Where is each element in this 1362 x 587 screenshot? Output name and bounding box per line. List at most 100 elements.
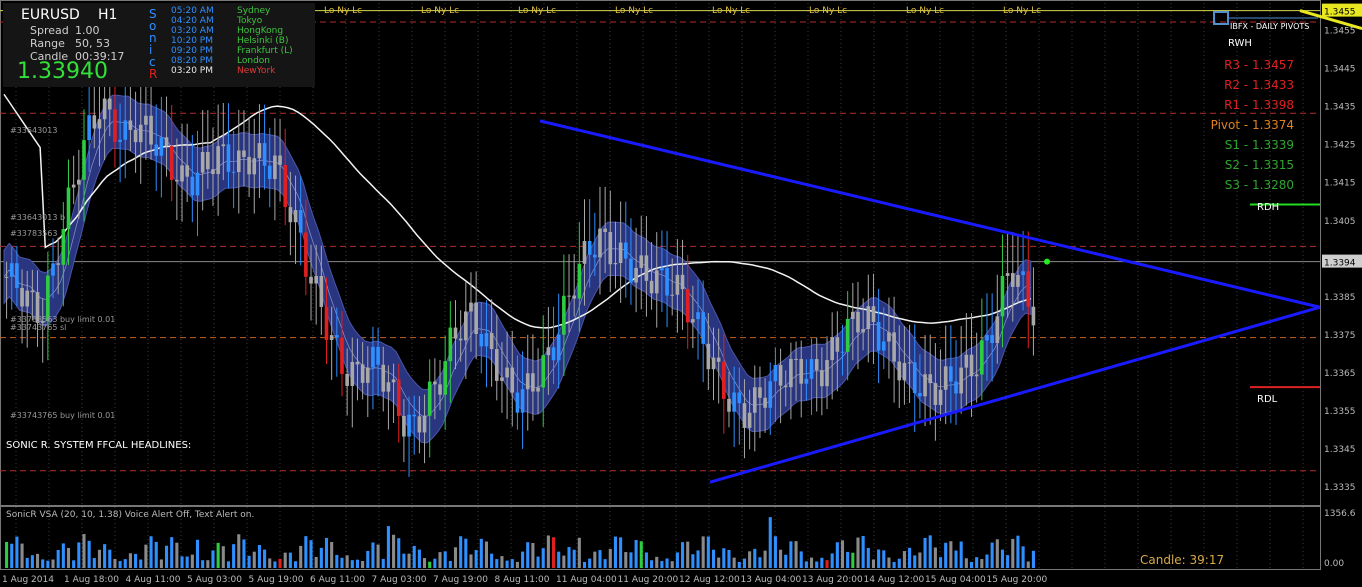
candle-body <box>629 258 633 283</box>
candle-body <box>732 392 736 412</box>
time-axis-label: 13 Aug 20:00 <box>802 575 863 585</box>
candle-body <box>340 337 344 374</box>
volume-bar <box>330 542 334 568</box>
candle-body <box>938 389 943 405</box>
session-marker: Lo Ny Lc <box>615 6 653 16</box>
volume-bar <box>154 541 158 568</box>
candle-body <box>262 143 267 166</box>
candle-body <box>567 295 571 297</box>
volume-bar <box>216 542 220 568</box>
candle-body <box>360 364 365 383</box>
volume-bar <box>46 560 50 568</box>
session-marker: Lo Ny Lc <box>421 6 459 16</box>
volume-bar <box>789 541 793 568</box>
order-label: #33783563 <box>10 229 57 238</box>
volume-bar <box>928 535 932 568</box>
volume-bar <box>469 554 473 568</box>
session-time: 09:20 PM <box>171 46 213 56</box>
candle-body <box>608 232 613 265</box>
volume-bar <box>990 542 994 568</box>
volume-bar <box>134 553 138 568</box>
candle-body <box>933 383 938 405</box>
volume-bar <box>567 547 571 568</box>
volume-bar <box>10 543 14 568</box>
volume-bar <box>557 551 561 568</box>
candle-body <box>706 343 711 370</box>
candle-body <box>319 275 324 307</box>
candle-body <box>778 365 783 386</box>
candle-body <box>856 311 860 333</box>
volume-bar <box>794 541 798 568</box>
session-marker: Lo Ny Lc <box>1003 6 1041 16</box>
candle-body <box>660 268 664 271</box>
time-axis-label: 7 Aug 03:00 <box>372 575 427 585</box>
candle-body <box>871 306 876 323</box>
volume-bar <box>820 557 824 568</box>
volume-bar <box>211 550 215 568</box>
candle-body <box>912 362 917 394</box>
candle-body <box>365 367 370 383</box>
session-time: 10:20 PM <box>171 36 213 46</box>
volume-bar <box>35 553 40 568</box>
volume-bar <box>309 540 313 568</box>
candle-body <box>1005 273 1010 276</box>
rwh-price-text: 1.3455 <box>1324 8 1356 18</box>
volume-bar <box>835 542 839 568</box>
candle-body <box>433 381 437 385</box>
candle-body <box>288 207 293 223</box>
candle-body <box>845 318 850 352</box>
time-axis-label: 5 Aug 19:00 <box>249 575 304 585</box>
candle-body <box>386 382 391 392</box>
candle-body <box>4 276 9 278</box>
volume-bar <box>149 536 153 568</box>
candle-body <box>830 337 834 361</box>
candle-body <box>56 263 60 265</box>
candle-body <box>9 263 14 277</box>
volume-indicator-label: SonicR VSA (20, 10, 1.38) Voice Alert Of… <box>6 510 255 520</box>
candle-body <box>15 263 19 288</box>
volume-bar <box>655 556 659 568</box>
volume-bar <box>598 550 602 568</box>
candle-body <box>458 338 463 341</box>
candle-body <box>1031 306 1036 326</box>
volume-bar <box>495 559 499 568</box>
volume-bar <box>902 551 906 568</box>
volume-bar <box>944 542 948 568</box>
candle-body <box>603 228 607 233</box>
candle-body <box>149 115 153 145</box>
candle-body <box>861 329 865 333</box>
volume-bar <box>324 537 329 568</box>
candle-body <box>138 124 143 143</box>
volume-bar <box>717 557 721 568</box>
candle-body <box>551 347 556 361</box>
volume-bar <box>825 560 829 568</box>
candle-body <box>474 302 478 335</box>
time-axis-label: 11 Aug 04:00 <box>556 575 617 585</box>
volume-bar <box>170 537 174 568</box>
volume-bar <box>376 544 380 568</box>
price-axis-label: 1.3415 <box>1324 179 1356 189</box>
candle-body <box>840 351 845 353</box>
session-city: Tokyo <box>237 16 263 26</box>
spread-value: 1.00 <box>75 24 100 37</box>
candle-body <box>515 392 520 413</box>
candle-body <box>355 361 360 365</box>
chart-canvas[interactable]: Lo Ny Lc Lo Ny Lc Lo Ny Lc Lo Ny Lc Lo Ny Lc… <box>0 0 1362 587</box>
volume-bar <box>1000 549 1005 568</box>
candle-body <box>484 333 489 347</box>
candle-body <box>747 412 752 428</box>
volume-bar <box>980 559 984 568</box>
candle-body <box>453 327 458 339</box>
candle-body <box>985 335 989 341</box>
volume-bar <box>732 557 736 568</box>
volume-bar <box>443 551 447 568</box>
candle-body <box>226 144 231 172</box>
volume-bar <box>815 561 819 568</box>
volume-bar <box>804 561 808 568</box>
order-label: #33643013 <box>10 126 57 135</box>
pivot-label: R3 - 1.3457 <box>1224 58 1294 72</box>
volume-bar <box>639 541 643 568</box>
volume-axis-min: 0.00 <box>1324 559 1344 569</box>
candle-body <box>283 164 288 208</box>
volume-bar <box>293 561 298 568</box>
